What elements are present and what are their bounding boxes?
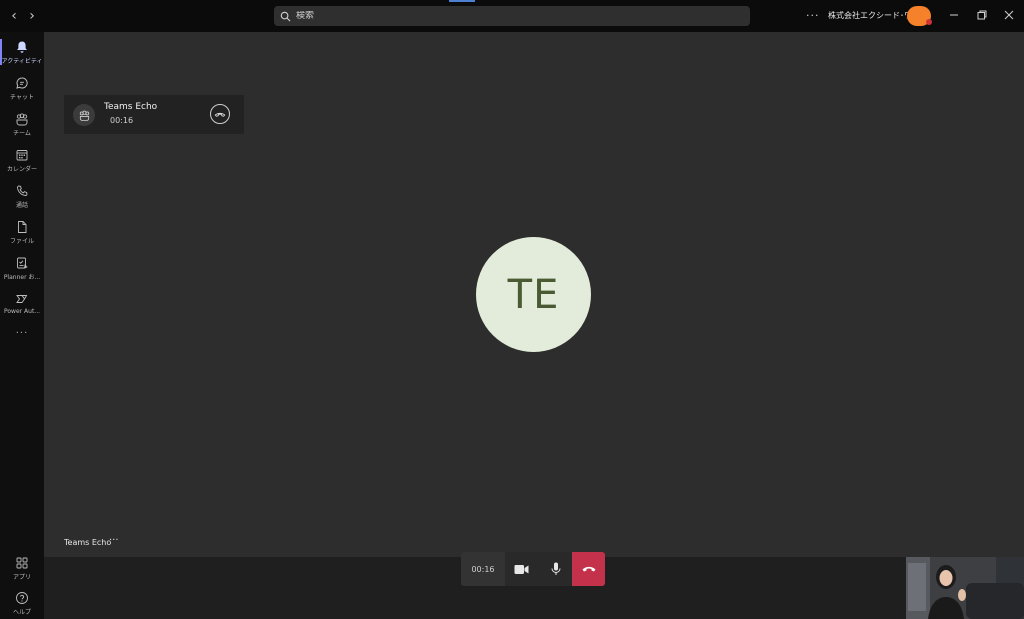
- rail-item-power-automate[interactable]: Power Aut...: [0, 289, 44, 323]
- restore-button[interactable]: [974, 7, 990, 23]
- rail-item-activity[interactable]: アクティビティ: [0, 37, 44, 71]
- rail-label: Power Aut...: [3, 308, 41, 315]
- rail-item-teams[interactable]: チーム: [0, 109, 44, 143]
- rail-label: アプリ: [12, 574, 31, 581]
- app-rail: アクティビティ チャット チーム カレンダー 通話 ファイル Planner お…: [0, 32, 44, 619]
- teams-icon: [16, 113, 28, 126]
- rail-label: チャット: [10, 94, 34, 101]
- power-automate-icon: [16, 295, 28, 303]
- rail-item-calls[interactable]: 通話: [0, 181, 44, 215]
- forward-button[interactable]: ›: [24, 8, 40, 24]
- planner-icon: [17, 257, 28, 269]
- call-card-time: 00:16: [110, 116, 134, 125]
- avatar[interactable]: [907, 6, 932, 26]
- microphone-icon: [551, 562, 560, 575]
- group-icon: [79, 110, 89, 121]
- rail-label: カレンダー: [6, 166, 37, 173]
- hang-up-icon: [214, 112, 226, 117]
- participant-name: Teams Echo: [64, 538, 112, 547]
- hang-up-icon: [582, 566, 595, 572]
- title-bar: ‹ › ··· 株式会社エクシード･ワン: [0, 0, 1024, 32]
- rail-item-help[interactable]: ヘルプ: [0, 588, 44, 619]
- call-card-name: Teams Echo: [104, 102, 158, 112]
- microphone-button[interactable]: [539, 552, 572, 586]
- rail-item-planner[interactable]: Planner お...: [0, 253, 44, 287]
- presence-badge: [926, 19, 932, 25]
- call-controls: 00:16: [461, 552, 605, 586]
- group-avatar: [73, 104, 95, 126]
- rail-label: ヘルプ: [12, 609, 31, 616]
- rail-item-chat[interactable]: チャット: [0, 73, 44, 107]
- call-stage: Teams Echo 00:16 TE Teams Echo ···: [44, 32, 1024, 557]
- settings-more-button[interactable]: ···: [806, 9, 820, 22]
- rail-label: アクティビティ: [1, 58, 43, 65]
- calendar-icon: [16, 150, 28, 161]
- camera-button[interactable]: [505, 552, 538, 586]
- participant-avatar: TE: [476, 237, 591, 352]
- title-accent: [449, 0, 475, 2]
- camera-icon: [514, 564, 529, 574]
- minimize-button[interactable]: [946, 7, 962, 23]
- rail-label: Planner お...: [3, 274, 41, 281]
- search-box[interactable]: [274, 6, 750, 26]
- participant-more-button[interactable]: ···: [109, 535, 119, 546]
- apps-icon: [16, 557, 28, 569]
- rail-label: ファイル: [9, 238, 34, 245]
- search-icon: [280, 11, 291, 21]
- call-card-hangup-button[interactable]: [210, 104, 230, 124]
- help-icon: [16, 592, 28, 604]
- call-duration: 00:16: [461, 552, 505, 586]
- phone-icon: [17, 185, 28, 196]
- close-button[interactable]: [1001, 7, 1017, 23]
- rail-label: チーム: [13, 130, 31, 137]
- more-apps-button[interactable]: ···: [0, 328, 44, 339]
- file-icon: [18, 221, 27, 233]
- bell-icon: [17, 41, 27, 53]
- rail-item-apps[interactable]: アプリ: [0, 553, 44, 587]
- hang-up-button[interactable]: [572, 552, 605, 586]
- self-video-image: [906, 557, 1024, 619]
- participant-initials: TE: [507, 271, 560, 318]
- self-video-preview[interactable]: [906, 557, 1024, 619]
- chat-icon: [16, 77, 28, 89]
- rail-label: 通話: [15, 202, 28, 209]
- rail-item-files[interactable]: ファイル: [0, 217, 44, 251]
- back-button[interactable]: ‹: [6, 8, 22, 24]
- rail-item-calendar[interactable]: カレンダー: [0, 145, 44, 179]
- search-input[interactable]: [296, 11, 736, 21]
- call-card[interactable]: Teams Echo 00:16: [64, 95, 244, 134]
